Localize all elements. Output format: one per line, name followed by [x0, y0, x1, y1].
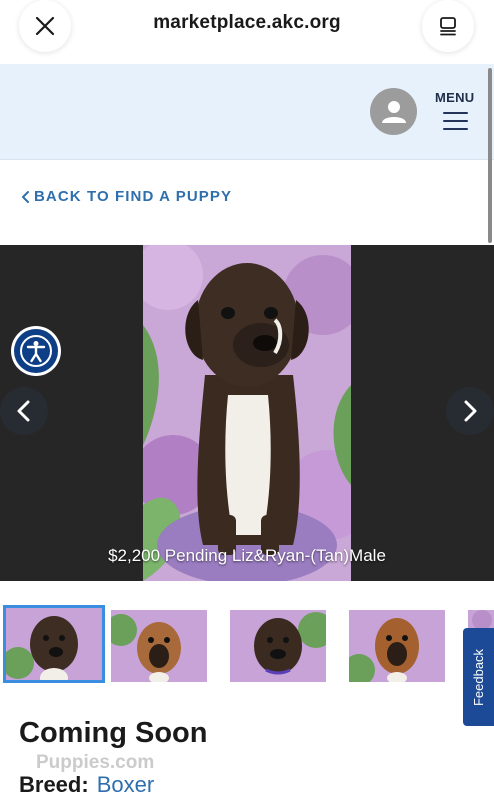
browser-toolbar: marketplace.akc.org — [0, 0, 494, 64]
back-link-label: BACK TO FIND A PUPPY — [34, 188, 233, 205]
photo-gallery: $2,200 Pending Liz&Ryan-(Tan)Male — [0, 245, 494, 581]
feedback-tab[interactable]: Feedback — [463, 628, 494, 726]
listing-title: Coming Soon — [19, 717, 208, 749]
breed-row: Breed: Boxer — [19, 772, 154, 798]
thumbnail-strip — [0, 605, 494, 691]
tabs-icon — [440, 17, 456, 36]
accessibility-icon — [20, 335, 52, 367]
breed-label: Breed: — [19, 772, 89, 797]
user-icon — [381, 100, 406, 123]
back-to-find-a-puppy-link[interactable]: BACK TO FIND A PUPPY — [21, 188, 232, 205]
thumbnail-3[interactable] — [230, 610, 326, 682]
photo-caption: $2,200 Pending Liz&Ryan-(Tan)Male — [108, 546, 386, 565]
chevron-left-icon — [22, 190, 29, 203]
previous-photo-button[interactable] — [0, 387, 48, 435]
next-photo-button[interactable] — [446, 387, 494, 435]
watermark-logo: Puppies.com — [36, 752, 155, 773]
thumbnail-2[interactable] — [111, 610, 207, 682]
chevron-left-icon — [17, 400, 30, 422]
feedback-label: Feedback — [471, 648, 486, 706]
account-button[interactable] — [370, 88, 417, 135]
hamburger-menu-icon[interactable] — [443, 112, 468, 132]
puppy-photo[interactable] — [143, 245, 351, 581]
tabs-button[interactable] — [422, 0, 474, 52]
chevron-right-icon — [464, 400, 477, 422]
breed-link[interactable]: Boxer — [97, 772, 154, 797]
thumbnail-1[interactable] — [3, 605, 105, 683]
accessibility-button[interactable] — [11, 326, 61, 376]
page-scrollbar[interactable] — [488, 68, 492, 243]
menu-label[interactable]: MENU — [435, 90, 474, 105]
url-bar[interactable]: marketplace.akc.org — [0, 12, 494, 34]
thumbnail-4[interactable] — [349, 610, 445, 682]
site-header: MENU — [0, 64, 494, 160]
